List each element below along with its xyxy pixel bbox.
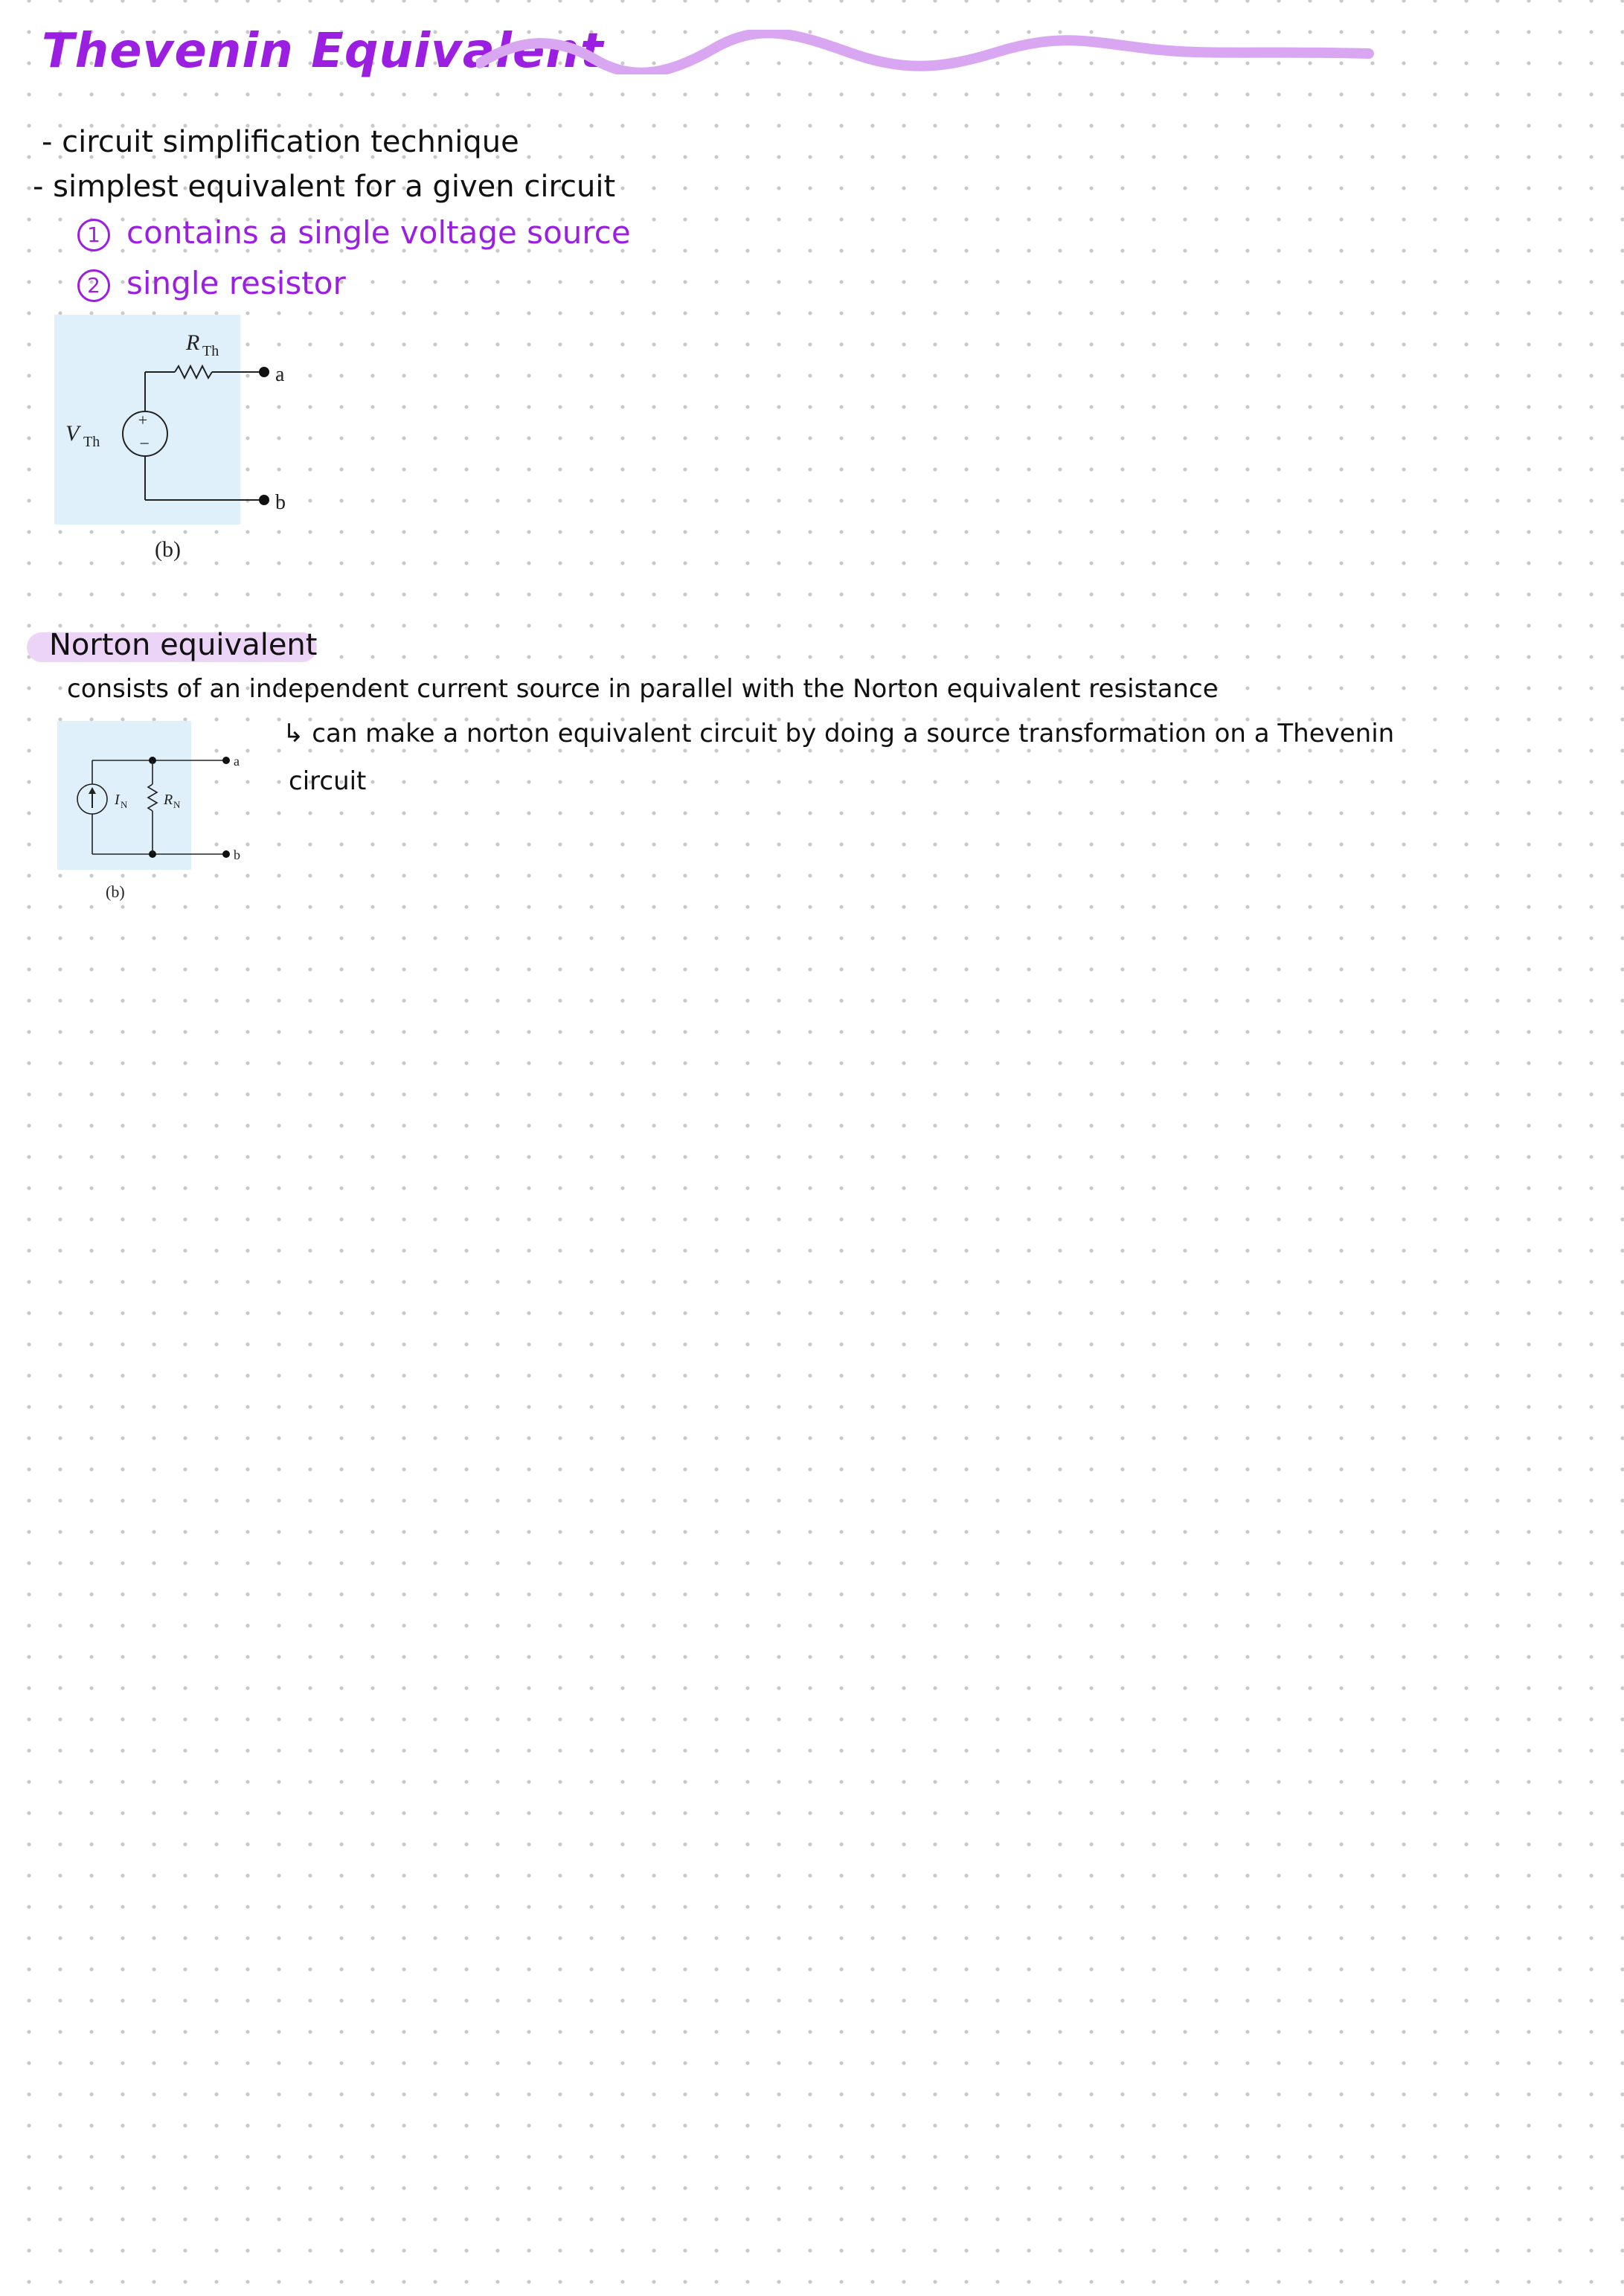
source-minus: − bbox=[139, 434, 150, 454]
terminal-b-label: b bbox=[234, 847, 240, 862]
norton-heading-highlight: Norton equivalent bbox=[27, 628, 317, 662]
thevenin-figure-caption: (b) bbox=[155, 537, 181, 562]
vth-sub: Th bbox=[83, 434, 100, 450]
rth-sub: Th bbox=[202, 343, 219, 359]
terminal-a-label: a bbox=[234, 754, 240, 769]
rth-label: R bbox=[185, 330, 199, 355]
in-label: I bbox=[114, 792, 121, 808]
numbered-item-text: contains a single voltage source bbox=[126, 214, 631, 251]
number-badge: 2 bbox=[77, 269, 110, 302]
thevenin-circuit-figure: + − R Th V Th a b bbox=[54, 315, 286, 525]
norton-circuit-figure: I N R N a b bbox=[57, 721, 240, 870]
in-sub: N bbox=[121, 799, 128, 810]
source-plus: + bbox=[138, 411, 147, 429]
terminal-b-dot bbox=[222, 850, 230, 858]
terminal-a-dot bbox=[259, 367, 269, 377]
numbered-item-text: single resistor bbox=[126, 265, 346, 301]
terminal-b-label: b bbox=[275, 491, 286, 514]
terminal-a-dot bbox=[222, 757, 230, 764]
terminal-b-dot bbox=[259, 495, 269, 505]
norton-line-2: ↳ can make a norton equivalent circuit b… bbox=[283, 719, 1395, 748]
title-underline-squiggle bbox=[476, 30, 1374, 74]
terminal-a-label: a bbox=[275, 363, 285, 386]
norton-heading: Norton equivalent bbox=[49, 628, 318, 662]
norton-figure-caption: (b) bbox=[106, 882, 125, 901]
rn-sub: N bbox=[173, 799, 181, 810]
numbered-item-2: 2 single resistor bbox=[77, 265, 346, 302]
norton-line-3: circuit bbox=[289, 766, 367, 796]
numbered-item-1: 1 contains a single voltage source bbox=[77, 214, 631, 251]
bullet-2: - simplest equivalent for a given circui… bbox=[33, 170, 616, 204]
rn-label: R bbox=[163, 792, 173, 808]
norton-line-1: consists of an independent current sourc… bbox=[67, 674, 1219, 704]
number-badge: 1 bbox=[77, 218, 110, 251]
bullet-1: - circuit simplification technique bbox=[42, 125, 519, 159]
